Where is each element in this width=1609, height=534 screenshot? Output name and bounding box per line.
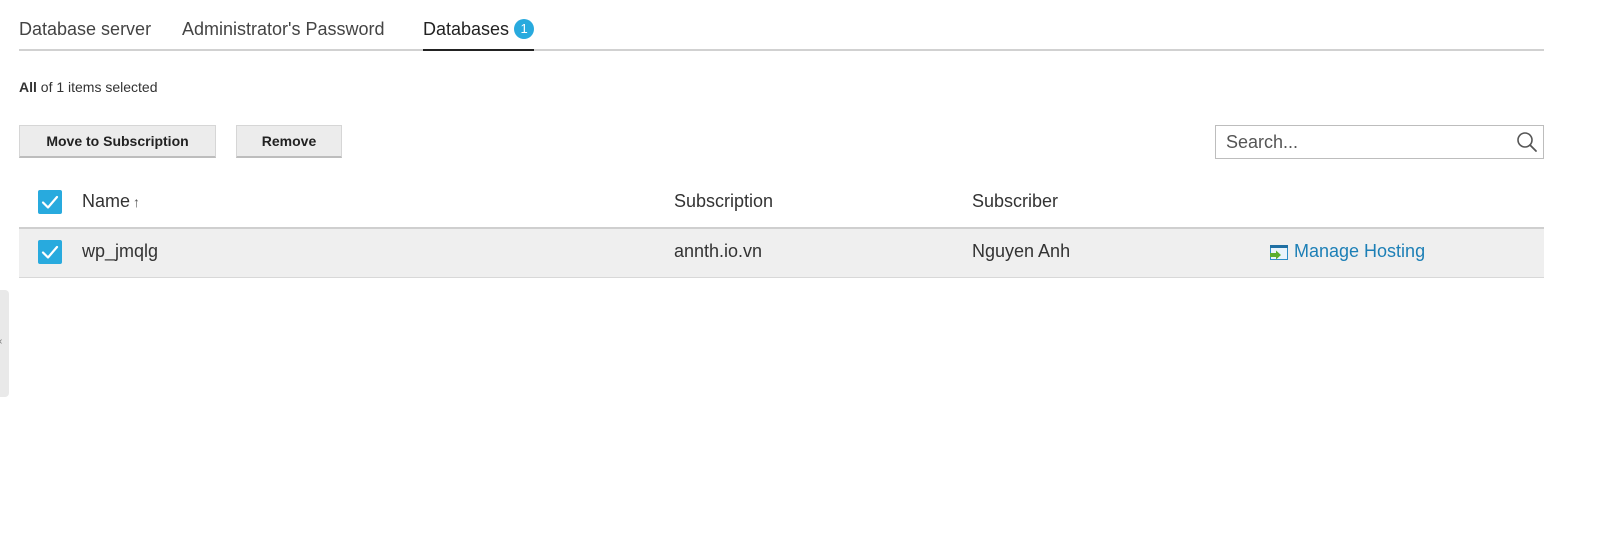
tab-bar: Database server Administrator's Password… xyxy=(19,0,1544,51)
tab-database-server[interactable]: Database server xyxy=(19,19,151,51)
selection-count-text: of 1 items selected xyxy=(36,79,158,95)
search-icon[interactable] xyxy=(1516,131,1538,153)
tab-databases[interactable]: Databases 1 xyxy=(423,19,535,51)
table-row[interactable]: wp_jmqlg annth.io.vn Nguyen Anh Manage H… xyxy=(19,229,1544,278)
move-to-subscription-button[interactable]: Move to Subscription xyxy=(19,125,216,158)
column-header-name-label: Name xyxy=(82,191,131,211)
checkmark-icon xyxy=(41,245,59,259)
search-input[interactable] xyxy=(1216,126,1506,158)
manage-hosting-label: Manage Hosting xyxy=(1294,241,1426,261)
column-header-subscriber[interactable]: Subscriber xyxy=(972,191,1058,212)
column-header-name[interactable]: Name ↑ xyxy=(82,191,140,212)
tab-administrators-password[interactable]: Administrator's Password xyxy=(182,19,385,51)
sort-ascending-icon: ↑ xyxy=(133,194,141,210)
search-box xyxy=(1215,125,1544,159)
selection-status: All of 1 items selected xyxy=(19,79,158,95)
checkmark-icon xyxy=(41,195,59,209)
manage-hosting-link[interactable]: Manage Hosting xyxy=(1269,241,1425,262)
remove-button[interactable]: Remove xyxy=(236,125,342,158)
manage-hosting-icon xyxy=(1270,245,1288,260)
tab-count-badge: 1 xyxy=(514,19,535,39)
side-panel-toggle[interactable]: ‹ xyxy=(0,290,9,397)
row-checkbox[interactable] xyxy=(38,240,62,264)
tab-label: Databases xyxy=(423,19,510,39)
selection-all: All xyxy=(19,79,37,95)
subscription-cell: annth.io.vn xyxy=(674,241,763,261)
tab-label: Administrator's Password xyxy=(182,19,385,39)
subscriber-cell: Nguyen Anh xyxy=(972,241,1071,261)
database-name[interactable]: wp_jmqlg xyxy=(82,241,158,262)
column-header-subscription[interactable]: Subscription xyxy=(674,191,773,212)
select-all-checkbox[interactable] xyxy=(38,190,62,214)
chevron-left-icon: ‹ xyxy=(0,336,2,347)
tab-label: Database server xyxy=(19,19,152,39)
